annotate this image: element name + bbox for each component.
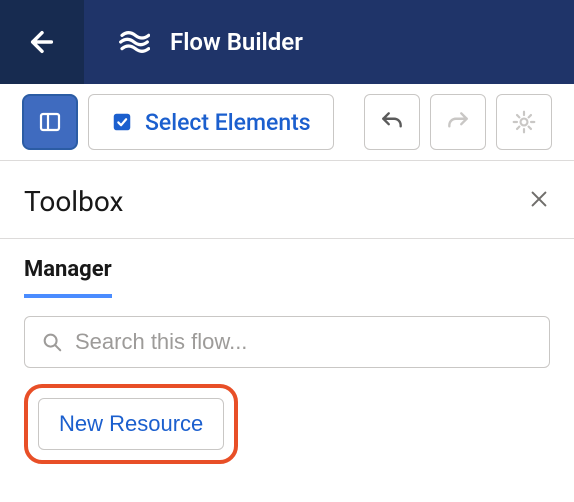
header-title-area: Flow Builder xyxy=(84,0,574,84)
app-header: Flow Builder xyxy=(0,0,574,84)
sidebar-toggle-icon xyxy=(38,110,62,134)
search-box[interactable] xyxy=(24,316,550,368)
toolbox-content: New Resource xyxy=(0,298,574,482)
toolbar: Select Elements xyxy=(0,84,574,161)
panel-title: Toolbox xyxy=(24,185,123,218)
highlight-annotation: New Resource xyxy=(24,384,238,464)
settings-button[interactable] xyxy=(496,94,552,150)
arrow-left-icon xyxy=(26,26,58,58)
close-icon xyxy=(528,188,550,210)
undo-button[interactable] xyxy=(364,94,420,150)
search-icon xyxy=(41,331,63,353)
select-elements-label: Select Elements xyxy=(145,109,311,136)
toolbox-tabs: Manager xyxy=(0,239,574,298)
select-elements-button[interactable]: Select Elements xyxy=(88,94,334,150)
search-input[interactable] xyxy=(75,329,533,355)
back-button[interactable] xyxy=(0,0,84,84)
app-title: Flow Builder xyxy=(170,28,303,56)
select-icon xyxy=(111,111,133,133)
redo-button[interactable] xyxy=(430,94,486,150)
gear-icon xyxy=(511,109,537,135)
flow-icon xyxy=(118,26,150,58)
panel-toggle-button[interactable] xyxy=(22,94,78,150)
redo-icon xyxy=(445,109,471,135)
undo-icon xyxy=(379,109,405,135)
close-panel-button[interactable] xyxy=(528,188,550,215)
panel-header: Toolbox xyxy=(0,161,574,239)
tab-manager[interactable]: Manager xyxy=(24,257,112,298)
new-resource-button[interactable]: New Resource xyxy=(38,398,224,450)
